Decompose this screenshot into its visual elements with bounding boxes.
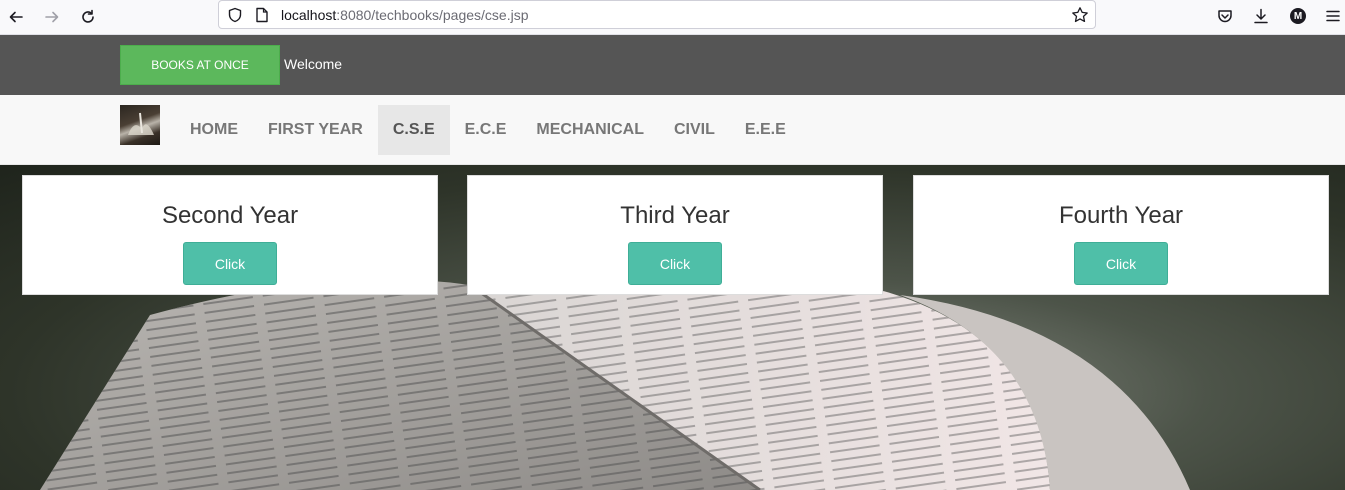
third-year-click-button[interactable]: Click [628, 242, 722, 285]
fourth-year-click-button[interactable]: Click [1074, 242, 1168, 285]
year-card: Fourth Year Click [913, 175, 1329, 295]
card-title: Third Year [620, 202, 730, 229]
browser-toolbar: localhost:8080/techbooks/pages/cse.jsp M [0, 0, 1345, 35]
account-icon[interactable]: M [1287, 5, 1309, 27]
year-card: Third Year Click [467, 175, 883, 295]
download-icon[interactable] [1250, 5, 1272, 27]
address-bar[interactable]: localhost:8080/techbooks/pages/cse.jsp [218, 0, 1096, 29]
reload-icon[interactable] [75, 4, 101, 30]
back-arrow-icon[interactable] [3, 4, 29, 30]
site-logo[interactable] [120, 105, 160, 145]
nav-item-cse[interactable]: C.S.E [377, 105, 450, 155]
bookmark-star-icon[interactable] [1071, 6, 1089, 24]
nav-item-civil[interactable]: CIVIL [659, 105, 730, 155]
card-title: Fourth Year [1058, 202, 1184, 229]
nav-item-home[interactable]: HOME [175, 105, 253, 155]
nav-item-eee[interactable]: E.E.E [730, 105, 801, 155]
nav-item-mechanical[interactable]: MECHANICAL [521, 105, 659, 155]
page-icon[interactable] [255, 7, 269, 23]
nav-menu: HOME FIRST YEAR C.S.E E.C.E MECHANICAL C… [175, 105, 801, 155]
brand-button[interactable]: BOOKS AT ONCE [120, 45, 280, 85]
shield-icon[interactable] [227, 7, 243, 23]
forward-arrow-icon[interactable] [39, 4, 65, 30]
nav-item-ece[interactable]: E.C.E [450, 105, 522, 155]
nav-item-first-year[interactable]: FIRST YEAR [253, 105, 378, 155]
year-card: Second Year Click [22, 175, 438, 295]
second-year-click-button[interactable]: Click [183, 242, 277, 285]
url-path: :8080/techbooks/pages/cse.jsp [336, 7, 529, 23]
card-title: Second Year [161, 202, 299, 229]
url-text: localhost:8080/techbooks/pages/cse.jsp [281, 7, 529, 23]
site-top-bar: BOOKS AT ONCE Welcome [0, 35, 1345, 95]
account-avatar: M [1290, 8, 1306, 24]
menu-icon[interactable] [1322, 5, 1344, 27]
pocket-icon[interactable] [1214, 5, 1236, 27]
main-navbar: HOME FIRST YEAR C.S.E E.C.E MECHANICAL C… [0, 95, 1345, 165]
welcome-text: Welcome [284, 56, 343, 72]
hero-background: Second Year Click Third Year Click Fourt… [0, 165, 1345, 490]
url-host: localhost [281, 7, 337, 23]
